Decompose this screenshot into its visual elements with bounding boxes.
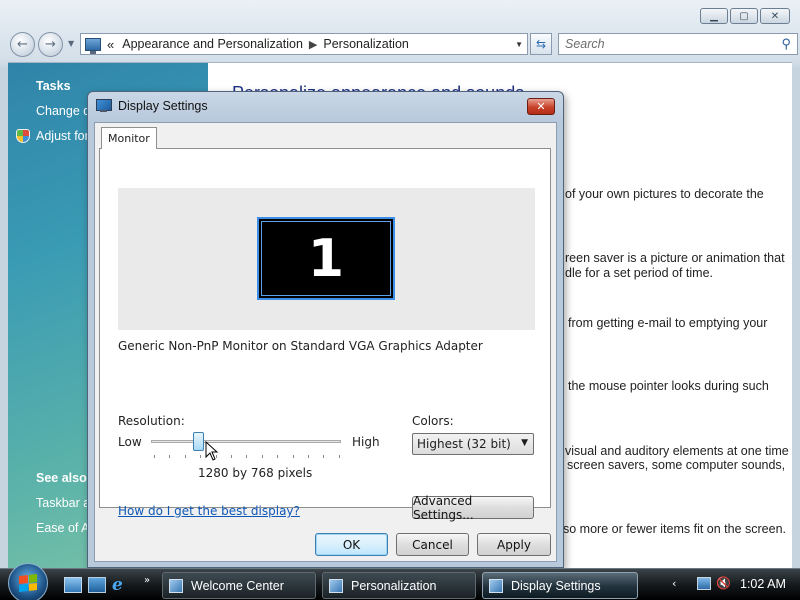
advanced-settings-button[interactable]: Advanced Settings... bbox=[412, 494, 534, 522]
dialog-titlebar[interactable]: Display Settings bbox=[96, 99, 208, 113]
search-placeholder: Search bbox=[565, 37, 605, 51]
internet-explorer-icon[interactable]: e bbox=[112, 577, 132, 594]
slider-tick bbox=[323, 455, 325, 458]
resolution-slider[interactable] bbox=[151, 440, 341, 443]
colors-select[interactable]: Highest (32 bit) ▼ bbox=[412, 433, 534, 455]
resolution-slider-thumb[interactable] bbox=[193, 432, 204, 451]
start-button[interactable] bbox=[8, 563, 48, 600]
address-dropdown-icon[interactable]: ▼ bbox=[515, 40, 523, 49]
content-line: visual and auditory elements at one time bbox=[565, 444, 789, 458]
window-close-button[interactable]: ✕ bbox=[760, 8, 790, 24]
dialog-close-button[interactable]: ✕ bbox=[527, 98, 555, 115]
search-input[interactable]: Search ⚲ bbox=[558, 33, 798, 55]
slider-tick bbox=[292, 455, 294, 458]
mouse-cursor-icon bbox=[205, 441, 219, 461]
task-label: Display Settings bbox=[511, 578, 601, 593]
content-line: the mouse pointer looks during such bbox=[568, 379, 769, 393]
best-display-help-link[interactable]: How do I get the best display? bbox=[118, 504, 300, 518]
chevron-down-icon: ▼ bbox=[521, 438, 528, 448]
back-button[interactable]: ← bbox=[10, 32, 35, 57]
content-line: dle for a set period of time. bbox=[565, 266, 713, 280]
dialog-title: Display Settings bbox=[118, 99, 208, 113]
resolution-low-label: Low bbox=[118, 435, 142, 449]
slider-tick bbox=[261, 455, 263, 458]
slider-tick bbox=[184, 455, 186, 458]
slider-tick bbox=[231, 455, 233, 458]
monitor-preview-area: 1 bbox=[118, 188, 535, 330]
minimize-button[interactable]: ▁ bbox=[700, 8, 728, 24]
task-display-settings[interactable]: Display Settings bbox=[482, 572, 638, 599]
window-caption-buttons: ▁ ▢ ✕ bbox=[700, 8, 790, 24]
slider-tick bbox=[338, 455, 340, 458]
address-bar[interactable]: « Appearance and Personalization ▶ Perso… bbox=[80, 33, 528, 55]
resolution-high-label: High bbox=[352, 435, 380, 449]
network-icon[interactable] bbox=[697, 577, 711, 590]
taskbar: e » Welcome Center Personalization Displ… bbox=[0, 563, 800, 600]
monitor-number: 1 bbox=[261, 221, 391, 296]
task-personalization[interactable]: Personalization bbox=[322, 572, 476, 599]
resolution-slider-ticks bbox=[154, 455, 340, 459]
recent-pages-dropdown[interactable]: ▼ bbox=[68, 39, 74, 48]
breadcrumb-appearance[interactable]: Appearance and Personalization bbox=[122, 37, 303, 51]
see-also-heading: See also bbox=[36, 471, 87, 485]
monitor-tab-panel: 1 Generic Non-PnP Monitor on Standard VG… bbox=[99, 148, 551, 522]
colors-selected-value: Highest (32 bit) bbox=[417, 437, 511, 451]
dialog-client-area: Monitor 1 Generic Non-PnP Monitor on Sta… bbox=[94, 122, 557, 562]
breadcrumb-separator-icon[interactable]: ▶ bbox=[309, 38, 317, 51]
display-settings-icon bbox=[489, 578, 503, 593]
forward-arrow-icon: → bbox=[45, 37, 56, 52]
resolution-label: Resolution: bbox=[118, 414, 185, 428]
colors-label: Colors: bbox=[412, 414, 454, 428]
clock[interactable]: 1:02 AM bbox=[740, 577, 786, 591]
slider-tick bbox=[308, 455, 310, 458]
monitor-tile[interactable]: 1 bbox=[257, 217, 395, 300]
search-icon[interactable]: ⚲ bbox=[781, 36, 791, 52]
welcome-center-icon bbox=[169, 578, 183, 593]
refresh-icon: ⇆ bbox=[535, 37, 547, 51]
slider-tick bbox=[169, 455, 171, 458]
content-line: reen saver is a picture or animation tha… bbox=[565, 251, 785, 265]
switch-windows-icon[interactable] bbox=[88, 577, 106, 593]
forward-button[interactable]: → bbox=[38, 32, 63, 57]
tasks-heading: Tasks bbox=[36, 79, 71, 93]
see-also-link-taskbar[interactable]: Taskbar a bbox=[36, 496, 90, 510]
navigation-bar: ← → ▼ « Appearance and Personalization ▶… bbox=[8, 30, 798, 58]
slider-tick bbox=[200, 455, 202, 458]
slider-tick bbox=[277, 455, 279, 458]
cancel-button[interactable]: Cancel bbox=[396, 533, 469, 556]
content-line: of your own pictures to decorate the bbox=[565, 187, 764, 201]
control-panel-icon bbox=[85, 37, 101, 54]
content-line: screen savers, some computer sounds, bbox=[567, 458, 786, 472]
tab-monitor[interactable]: Monitor bbox=[101, 127, 157, 149]
maximize-button[interactable]: ▢ bbox=[730, 8, 758, 24]
task-welcome-center[interactable]: Welcome Center bbox=[162, 572, 316, 599]
resolution-value: 1280 by 768 pixels bbox=[198, 466, 313, 480]
close-icon: ✕ bbox=[536, 100, 546, 113]
content-line: so more or fewer items fit on the screen… bbox=[563, 522, 787, 536]
slider-tick bbox=[246, 455, 248, 458]
refresh-button[interactable]: ⇆ bbox=[530, 33, 552, 55]
personalization-icon bbox=[329, 578, 343, 593]
back-arrow-icon: ← bbox=[17, 37, 28, 52]
show-hidden-icons-button[interactable]: ‹ bbox=[672, 577, 676, 590]
apply-button[interactable]: Apply bbox=[477, 533, 551, 556]
task-link-adjust-font-size[interactable]: Adjust for bbox=[36, 129, 89, 143]
task-link-change-desktop-icons[interactable]: Change d bbox=[36, 104, 90, 118]
display-settings-dialog: Display Settings ✕ Monitor 1 Generic Non… bbox=[87, 91, 564, 568]
task-label: Welcome Center bbox=[191, 578, 284, 593]
slider-tick bbox=[154, 455, 155, 458]
ok-button[interactable]: OK bbox=[315, 533, 388, 556]
breadcrumb-personalization[interactable]: Personalization bbox=[323, 37, 408, 51]
task-label: Personalization bbox=[351, 578, 437, 593]
show-desktop-icon[interactable] bbox=[64, 577, 82, 593]
volume-muted-icon[interactable]: 🔇 bbox=[716, 576, 731, 590]
windows-logo-icon bbox=[19, 574, 37, 592]
quick-launch-more-icon[interactable]: » bbox=[144, 575, 150, 586]
uac-shield-icon bbox=[16, 129, 30, 143]
breadcrumb-chevron-icon[interactable]: « bbox=[107, 37, 114, 52]
display-settings-icon bbox=[96, 99, 112, 113]
content-line: from getting e-mail to emptying your bbox=[568, 316, 768, 330]
monitor-adapter-label: Generic Non-PnP Monitor on Standard VGA … bbox=[118, 339, 483, 353]
